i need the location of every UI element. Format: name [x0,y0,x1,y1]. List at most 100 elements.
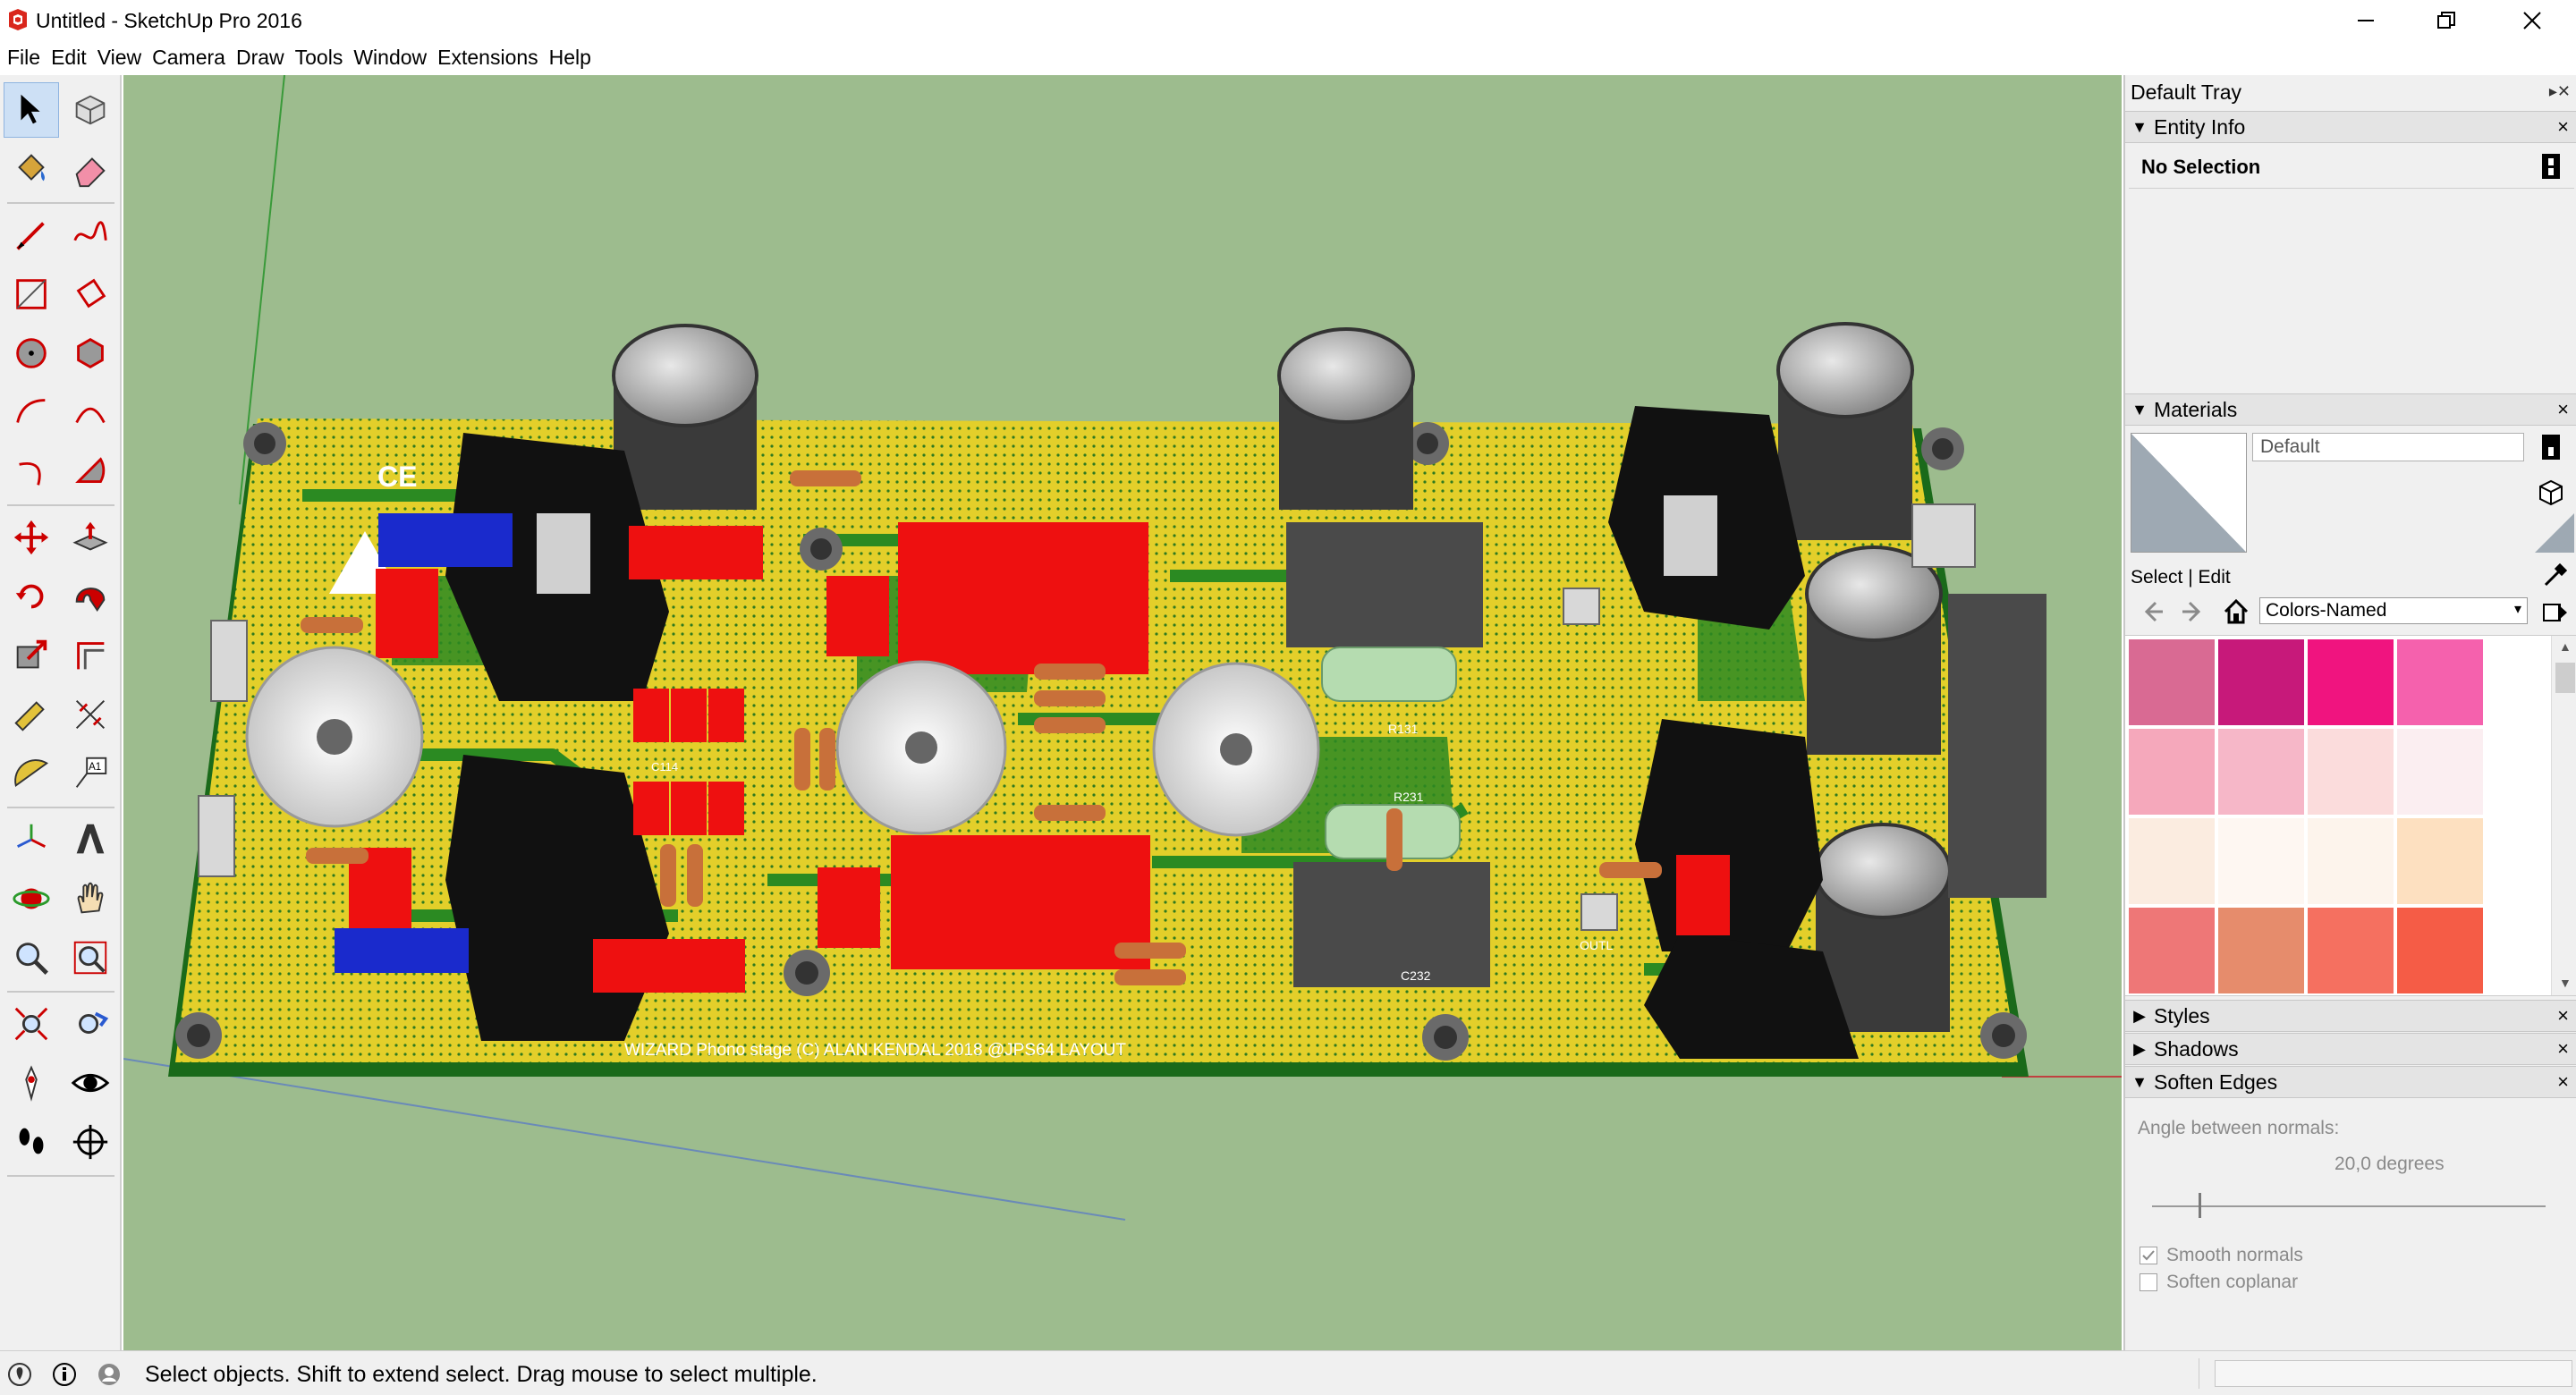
make-component-tool[interactable] [63,82,118,138]
material-swatch[interactable] [2397,639,2483,725]
line-tool[interactable] [4,207,59,263]
circle-tool[interactable] [4,326,59,381]
library-dropdown[interactable]: Colors-Named ▾ [2259,597,2528,624]
rotated-rectangle-tool[interactable] [63,266,118,322]
material-name-field[interactable]: Default [2252,433,2524,461]
push-pull-tool[interactable] [63,510,118,565]
section-plane-tool[interactable] [63,1114,118,1170]
styles-close-icon[interactable]: × [2557,1004,2569,1027]
eyedropper-icon[interactable] [2540,562,2569,590]
zoom-extents-tool[interactable] [4,996,59,1052]
tray-pin-icon[interactable]: ▸✕ [2549,82,2571,101]
move-tool[interactable] [4,510,59,565]
orbit-tool[interactable] [4,871,59,926]
material-swatch[interactable] [2129,639,2215,725]
material-swatch[interactable] [2129,729,2215,815]
material-swatch[interactable] [2218,818,2304,904]
details-arrow-icon[interactable] [2542,599,2569,626]
material-swatch[interactable] [2308,818,2394,904]
zoom-tool[interactable] [4,930,59,985]
measurements-box[interactable] [2215,1360,2572,1387]
pan-tool[interactable] [63,871,118,926]
menu-tools[interactable]: Tools [290,41,349,73]
forward-arrow-icon[interactable] [2181,599,2206,624]
axes-tool[interactable] [4,812,59,867]
minimize-button[interactable] [2326,0,2406,41]
menu-camera[interactable]: Camera [147,41,231,73]
menu-help[interactable]: Help [544,41,597,73]
material-swatch[interactable] [2218,908,2304,993]
dimension-tool[interactable] [63,687,118,742]
polygon-tool[interactable] [63,326,118,381]
rectangle-tool[interactable] [4,266,59,322]
swatch-scrollbar[interactable]: ▲ ▼ [2551,636,2576,995]
back-arrow-icon[interactable] [2140,599,2165,624]
paint-bucket-tool[interactable] [4,141,59,197]
menu-extensions[interactable]: Extensions [432,41,544,73]
protractor-tool[interactable] [4,746,59,801]
soften-edges-close-icon[interactable]: × [2557,1070,2569,1094]
material-swatch[interactable] [2397,818,2483,904]
tape-measure-tool[interactable] [4,687,59,742]
tab-select[interactable]: Select [2131,567,2182,588]
material-swatch[interactable] [2397,729,2483,815]
rotate-tool[interactable] [4,569,59,624]
arc-tool[interactable] [4,385,59,440]
material-swatch[interactable] [2308,639,2394,725]
display-secondary-pane-icon[interactable] [2538,433,2563,461]
walk-tool[interactable] [4,1114,59,1170]
text-tool[interactable]: A1 [63,746,118,801]
menu-draw[interactable]: Draw [231,41,290,73]
scroll-down-icon[interactable]: ▼ [2559,976,2572,990]
soften-coplanar-checkbox[interactable] [2140,1273,2157,1291]
menu-file[interactable]: File [2,41,46,73]
material-swatch[interactable] [2308,908,2394,993]
eraser-tool[interactable] [63,141,118,197]
home-icon[interactable] [2222,597,2250,626]
select-tool[interactable] [4,82,59,138]
shadows-header[interactable]: ▶ Shadows × [2125,1033,2576,1065]
scrollbar-thumb[interactable] [2555,663,2575,693]
tab-edit[interactable]: Edit [2199,567,2231,588]
scale-tool[interactable] [4,628,59,683]
angle-slider-track[interactable] [2152,1205,2546,1207]
shadows-close-icon[interactable]: × [2557,1037,2569,1061]
previous-view-tool[interactable] [63,996,118,1052]
freehand-tool[interactable] [63,207,118,263]
create-material-icon[interactable] [2535,476,2567,508]
scroll-up-icon[interactable]: ▲ [2559,639,2572,654]
materials-close-icon[interactable]: × [2557,398,2569,421]
angle-slider-thumb[interactable] [2199,1193,2201,1218]
materials-header[interactable]: ▼ Materials × [2125,393,2576,426]
pcb-model-render[interactable]: CE WIZARD Phono stage (C) ALAN KENDAL 20… [123,75,2122,1350]
styles-header[interactable]: ▶ Styles × [2125,1000,2576,1032]
material-swatch[interactable] [2308,729,2394,815]
restore-button[interactable] [2406,0,2487,41]
3d-text-tool[interactable] [63,812,118,867]
menu-view[interactable]: View [92,41,147,73]
credits-info-icon[interactable] [52,1362,77,1387]
look-around-tool[interactable] [63,1055,118,1111]
zoom-window-tool[interactable] [63,930,118,985]
pie-tool[interactable] [63,444,118,499]
entity-info-toggle-icon[interactable] [2538,152,2563,181]
position-camera-tool[interactable] [4,1055,59,1111]
material-swatch[interactable] [2129,908,2215,993]
material-swatch[interactable] [2129,818,2215,904]
entity-info-header[interactable]: ▼ Entity Info × [2125,111,2576,143]
entity-info-close-icon[interactable]: × [2557,115,2569,139]
material-swatch[interactable] [2397,908,2483,993]
menu-window[interactable]: Window [348,41,432,73]
smooth-normals-checkbox[interactable] [2140,1247,2157,1264]
offset-tool[interactable] [63,628,118,683]
model-viewport[interactable]: CE WIZARD Phono stage (C) ALAN KENDAL 20… [123,75,2122,1350]
material-swatch[interactable] [2218,639,2304,725]
three-point-arc-tool[interactable] [4,444,59,499]
user-account-icon[interactable] [97,1362,122,1387]
soften-edges-header[interactable]: ▼ Soften Edges × [2125,1066,2576,1098]
material-swatch[interactable] [2218,729,2304,815]
geo-location-icon[interactable] [7,1362,32,1387]
two-point-arc-tool[interactable] [63,385,118,440]
menu-edit[interactable]: Edit [46,41,92,73]
follow-me-tool[interactable] [63,569,118,624]
